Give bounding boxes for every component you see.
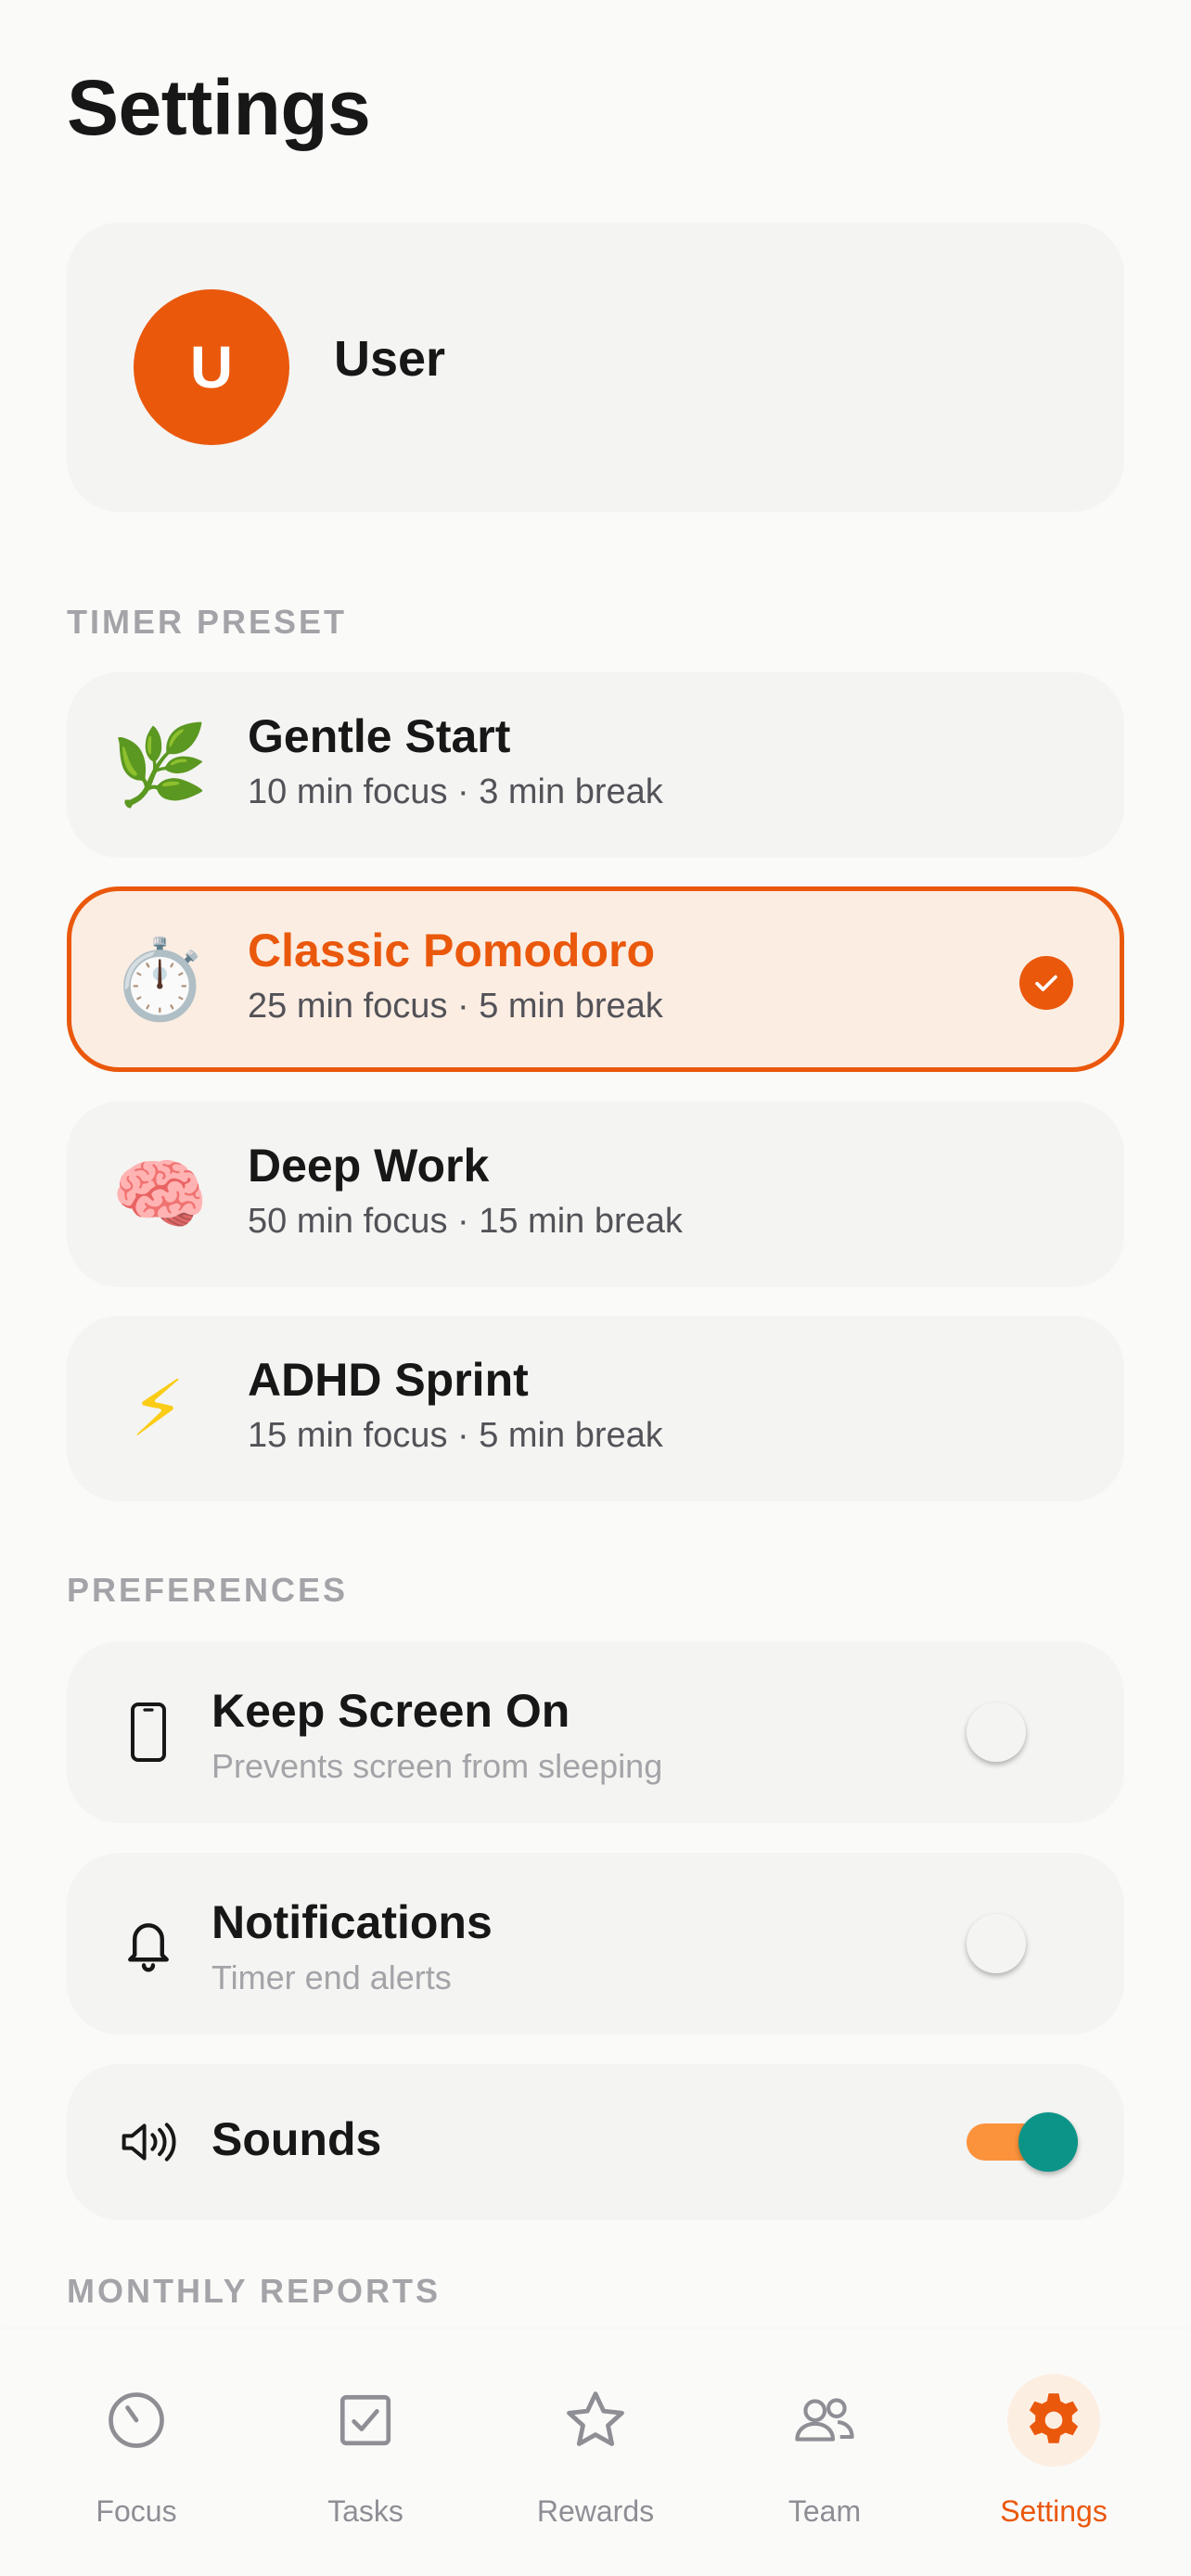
toggle-knob	[967, 1702, 1026, 1762]
nav-item-tasks[interactable]: Tasks	[247, 2329, 484, 2576]
check-icon	[1019, 956, 1073, 1010]
speaker-icon	[111, 2105, 186, 2179]
preset-subtitle: 50 min focus · 15 min break	[248, 1202, 683, 1241]
preset-title: ADHD Sprint	[248, 1354, 529, 1406]
profile-name: User	[334, 331, 446, 387]
bottom-nav: Focus Tasks Rewards Team Settings	[0, 2329, 1191, 2576]
bell-icon	[111, 1906, 186, 1981]
nav-label: Tasks	[327, 2494, 403, 2528]
pref-title: Keep Screen On	[211, 1685, 570, 1737]
stopwatch-icon: ⏱️	[111, 934, 209, 1025]
nav-label: Settings	[1000, 2494, 1108, 2528]
timer-icon	[90, 2374, 183, 2467]
preset-title: Gentle Start	[248, 710, 511, 762]
pref-title: Notifications	[211, 1896, 493, 1948]
users-icon	[778, 2374, 871, 2467]
preset-subtitle: 10 min focus · 3 min break	[248, 772, 663, 811]
section-label-timer-preset: TIMER PRESET	[67, 603, 348, 641]
section-label-preferences: PREFERENCES	[67, 1571, 349, 1609]
pref-sounds: Sounds	[67, 2064, 1124, 2220]
preset-deep-work[interactable]: 🧠 Deep Work 50 min focus · 15 min break	[67, 1102, 1124, 1287]
pref-subtitle: Timer end alerts	[211, 1958, 452, 1996]
star-icon	[549, 2374, 642, 2467]
gear-icon	[1007, 2374, 1100, 2467]
pref-keep-screen-on: Keep Screen On Prevents screen from slee…	[67, 1641, 1124, 1823]
section-label-monthly-reports: MONTHLY REPORTS	[67, 2272, 442, 2310]
toggle-knob	[1018, 2112, 1078, 2172]
avatar: U	[134, 289, 289, 445]
profile-card[interactable]: U User	[67, 223, 1124, 512]
preset-title: Deep Work	[248, 1140, 490, 1192]
checkbox-icon	[319, 2374, 412, 2467]
preset-adhd-sprint[interactable]: ⚡ ADHD Sprint 15 min focus · 5 min break	[67, 1316, 1124, 1501]
preset-classic-pomodoro[interactable]: ⏱️ Classic Pomodoro 25 min focus · 5 min…	[67, 886, 1124, 1072]
preset-subtitle: 25 min focus · 5 min break	[248, 987, 663, 1026]
page-title: Settings	[67, 64, 371, 151]
nav-item-rewards[interactable]: Rewards	[477, 2329, 714, 2576]
brain-icon: 🧠	[111, 1149, 209, 1240]
notifications-toggle[interactable]	[967, 1914, 1078, 1973]
pref-title: Sounds	[211, 2113, 382, 2165]
nav-label: Team	[788, 2494, 862, 2528]
preset-title: Classic Pomodoro	[248, 925, 655, 976]
lightning-icon: ⚡	[130, 1363, 186, 1454]
nav-label: Rewards	[536, 2494, 655, 2528]
nav-label: Focus	[96, 2494, 177, 2528]
phone-icon	[111, 1695, 186, 1769]
preset-subtitle: 15 min focus · 5 min break	[248, 1416, 663, 1455]
keep-screen-on-toggle[interactable]	[967, 1702, 1078, 1762]
nav-item-focus[interactable]: Focus	[18, 2329, 255, 2576]
leaf-icon: 🌿	[111, 720, 209, 810]
sounds-toggle[interactable]	[967, 2112, 1078, 2172]
toggle-knob	[967, 1914, 1026, 1973]
preset-gentle-start[interactable]: 🌿 Gentle Start 10 min focus · 3 min brea…	[67, 672, 1124, 858]
pref-notifications: Notifications Timer end alerts	[67, 1853, 1124, 2034]
nav-item-team[interactable]: Team	[706, 2329, 943, 2576]
pref-subtitle: Prevents screen from sleeping	[211, 1747, 663, 1785]
nav-item-settings[interactable]: Settings	[935, 2329, 1172, 2576]
